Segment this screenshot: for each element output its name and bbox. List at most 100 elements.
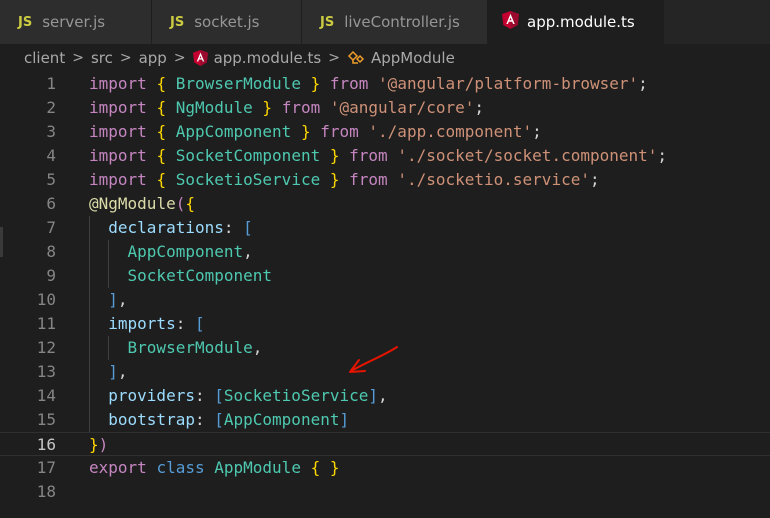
- code-line[interactable]: 8 AppComponent,: [0, 240, 770, 264]
- code-text: import { SocketioService } from './socke…: [89, 168, 600, 192]
- code-line[interactable]: 11 imports: [: [0, 312, 770, 336]
- code-token: @: [89, 194, 99, 213]
- breadcrumb-app[interactable]: app: [139, 49, 167, 67]
- code-text: import { NgModule } from '@angular/core'…: [89, 96, 484, 120]
- line-number: 17: [36, 458, 56, 477]
- line-number: 14: [36, 386, 56, 405]
- line-number: 8: [46, 242, 56, 261]
- line-number: 13: [36, 362, 56, 381]
- editor-tab-bar: JS server.js JS socket.js JS liveControl…: [0, 0, 770, 44]
- code-token: imports: [108, 314, 176, 333]
- code-token: from: [281, 98, 321, 117]
- line-number: 3: [46, 122, 56, 141]
- code-text: }): [89, 433, 108, 457]
- code-text: AppComponent,: [89, 240, 253, 264]
- code-token: {: [156, 98, 167, 117]
- code-token: from: [349, 170, 388, 189]
- code-token: AppComponent: [175, 122, 292, 141]
- code-line[interactable]: 10 ],: [0, 288, 770, 312]
- code-line[interactable]: 6 @NgModule({: [0, 192, 770, 216]
- tab-label: liveController.js: [344, 13, 460, 31]
- code-text: imports: [: [89, 312, 205, 336]
- code-line[interactable]: 15 bootstrap: [AppComponent]: [0, 408, 770, 432]
- code-line[interactable]: 12 BrowserModule,: [0, 336, 770, 360]
- code-line[interactable]: 3 import { AppComponent } from './app.com…: [0, 120, 770, 144]
- tab-app-module-ts[interactable]: app.module.ts: [488, 0, 664, 44]
- code-token: import: [89, 170, 147, 189]
- code-text: SocketComponent: [89, 264, 273, 288]
- code-token: SocketComponent: [127, 266, 273, 285]
- tab-livecontroller-js[interactable]: JS liveController.js: [302, 0, 488, 44]
- code-editor[interactable]: 1 import { BrowserModule } from '@angular…: [0, 72, 770, 518]
- code-line[interactable]: 17 export class AppModule { }: [0, 456, 770, 480]
- breadcrumb-separator: >: [119, 50, 132, 66]
- code-token: [: [194, 314, 205, 333]
- breadcrumb: client > src > app > app.module.ts > App…: [0, 44, 770, 72]
- code-token: '@angular/core': [329, 98, 475, 117]
- code-text: bootstrap: [AppComponent]: [89, 408, 349, 432]
- code-line[interactable]: 1 import { BrowserModule } from '@angular…: [0, 72, 770, 96]
- code-text: BrowserModule,: [89, 336, 263, 360]
- code-text: import { AppComponent } from './app.comp…: [89, 120, 542, 144]
- code-token: :: [223, 218, 244, 237]
- breadcrumb-src[interactable]: src: [91, 49, 113, 67]
- code-token: {: [310, 458, 321, 477]
- code-token: SocketioService: [223, 386, 369, 405]
- code-token: './socketio.service': [397, 170, 590, 189]
- line-number: 5: [46, 170, 56, 189]
- code-line[interactable]: 2 import { NgModule } from '@angular/core…: [0, 96, 770, 120]
- code-token: providers: [108, 386, 195, 405]
- code-token: export: [89, 458, 147, 477]
- code-token: ,: [117, 362, 128, 381]
- tab-server-js[interactable]: JS server.js: [0, 0, 152, 44]
- tab-bar-empty-space: [664, 0, 770, 44]
- code-token: (: [175, 194, 186, 213]
- code-line[interactable]: 5 import { SocketioService } from './sock…: [0, 168, 770, 192]
- class-symbol-icon: [347, 50, 365, 66]
- code-token: import: [89, 74, 147, 93]
- code-token: import: [89, 146, 147, 165]
- code-line[interactable]: 7 declarations: [: [0, 216, 770, 240]
- code-line[interactable]: 4 import { SocketComponent } from './sock…: [0, 144, 770, 168]
- code-token: BrowserModule: [127, 338, 253, 357]
- breadcrumb-app-module-ts[interactable]: app.module.ts: [214, 49, 322, 67]
- tab-socket-js[interactable]: JS socket.js: [152, 0, 302, 44]
- code-token: ,: [117, 290, 128, 309]
- code-line[interactable]: 9 SocketComponent: [0, 264, 770, 288]
- code-text: import { BrowserModule } from '@angular/…: [89, 72, 648, 96]
- line-number: 16: [36, 435, 56, 454]
- line-number: 2: [46, 98, 56, 117]
- line-number: 6: [46, 194, 56, 213]
- code-line[interactable]: 14 providers: [SocketioService],: [0, 384, 770, 408]
- code-text: ],: [89, 360, 128, 384]
- breadcrumb-client[interactable]: client: [24, 49, 65, 67]
- code-token: }: [329, 170, 340, 189]
- code-token: [: [214, 386, 224, 405]
- code-token: AppComponent: [127, 242, 244, 261]
- angular-file-icon: [502, 11, 519, 33]
- breadcrumb-appmodule[interactable]: AppModule: [371, 49, 455, 67]
- code-line[interactable]: 16}): [0, 432, 770, 456]
- code-line[interactable]: 13 ],: [0, 360, 770, 384]
- code-token: import: [89, 98, 147, 117]
- code-token: ;: [474, 98, 485, 117]
- code-token: AppComponent: [223, 410, 340, 429]
- code-text: providers: [SocketioService],: [89, 384, 387, 408]
- code-line[interactable]: 18: [0, 480, 770, 504]
- code-token: {: [156, 122, 167, 141]
